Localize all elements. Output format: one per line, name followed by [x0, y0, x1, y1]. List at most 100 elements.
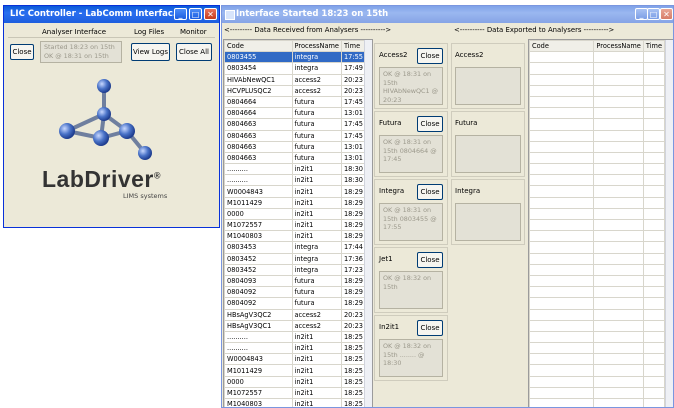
cell-time: 20:23 — [340, 84, 367, 97]
empty-row — [529, 185, 666, 198]
view-logs-button[interactable]: View Logs — [131, 43, 170, 61]
empty-row — [529, 95, 666, 109]
empty-cell — [529, 163, 595, 176]
export-status-box — [455, 67, 521, 105]
empty-cell — [529, 353, 595, 366]
empty-row — [529, 62, 666, 75]
table-row[interactable]: 0804663 futura 13:01 — [224, 140, 367, 153]
interface-titlebar[interactable]: Interface Started 18:23 on 15th _ □ ✕ — [222, 6, 673, 23]
table-row[interactable]: 0804664 futura 13:01 — [224, 107, 367, 120]
close-icon[interactable]: ✕ — [204, 8, 217, 20]
cell-time: 18:25 — [340, 397, 367, 407]
analyser-status: OK @ 18:31 on 15th 0803455 @ 17:55 — [379, 203, 443, 241]
empty-row — [529, 241, 666, 254]
controller-titlebar[interactable]: LIC Controller - LabComm Interfac... _ □… — [4, 6, 219, 23]
export-col-processname[interactable]: ProcessName — [593, 40, 644, 53]
table-row[interactable]: W0004843 in2it1 18:29 — [224, 185, 367, 198]
table-row[interactable]: 0803453 integra 17:44 — [224, 241, 367, 254]
table-row[interactable]: HBsAgV3QC2 access2 20:23 — [224, 308, 367, 321]
table-row[interactable]: HBsAgV3QC1 access2 20:23 — [224, 319, 367, 332]
table-row[interactable]: 0804092 futura 18:29 — [224, 286, 367, 299]
cell-processname: in2it1 — [291, 174, 342, 187]
table-row[interactable]: 0000 in2it1 18:29 — [224, 207, 367, 221]
cell-code: M1072557 — [224, 386, 293, 400]
empty-row — [529, 207, 666, 221]
table-row[interactable]: 0804093 futura 18:29 — [224, 274, 367, 288]
controller-window: LIC Controller - LabComm Interfac... _ □… — [3, 5, 220, 228]
cell-processname: integra — [291, 51, 342, 64]
empty-cell — [642, 274, 666, 288]
cell-code: .......... — [224, 342, 293, 355]
table-row[interactable]: M1011429 in2it1 18:25 — [224, 364, 367, 377]
empty-row — [529, 230, 666, 243]
table-row[interactable]: M1040803 in2it1 18:25 — [224, 397, 367, 407]
close-icon[interactable]: ✕ — [660, 8, 673, 20]
table-row[interactable]: .......... in2it1 18:25 — [224, 330, 367, 344]
col-time[interactable]: Time — [340, 40, 367, 53]
table-row[interactable]: HIVAbNewQC1 access2 20:23 — [224, 73, 367, 86]
table-row[interactable]: 0804663 futura 17:45 — [224, 118, 367, 131]
analyser-close-button[interactable]: Close — [417, 48, 443, 64]
cell-time: 17:45 — [340, 129, 367, 142]
table-row[interactable]: 0803452 integra 17:23 — [224, 263, 367, 276]
table-row[interactable]: 0000 in2it1 18:25 — [224, 375, 367, 388]
empty-row — [529, 274, 666, 288]
table-row[interactable]: W0004843 in2it1 18:25 — [224, 353, 367, 366]
table-row[interactable]: .......... in2it1 18:30 — [224, 174, 367, 187]
controller-title: LIC Controller - LabComm Interfac... — [10, 9, 183, 19]
analyser-close-button[interactable]: Close — [417, 184, 443, 200]
cell-time: 18:25 — [340, 386, 367, 400]
empty-row — [529, 84, 666, 97]
cell-code: HIVAbNewQC1 — [224, 73, 293, 86]
analyser-status: OK @ 18:31 on 15th HIVAbNewQC1 @ 20:23 — [379, 67, 443, 105]
table-row[interactable]: 0803454 integra 17:49 — [224, 62, 367, 75]
table-row[interactable]: M1040803 in2it1 18:29 — [224, 230, 367, 243]
table-row[interactable]: 0803452 integra 17:36 — [224, 252, 367, 265]
cell-code: 0804663 — [224, 151, 293, 165]
cell-code: M1011429 — [224, 364, 293, 377]
minimize-icon[interactable]: _ — [174, 8, 187, 20]
export-panel — [451, 315, 525, 381]
empty-cell — [529, 218, 595, 232]
col-processname[interactable]: ProcessName — [291, 40, 342, 53]
table-row[interactable]: .......... in2it1 18:25 — [224, 342, 367, 355]
table-row[interactable]: 0804664 futura 17:45 — [224, 95, 367, 109]
cell-processname: in2it1 — [291, 185, 342, 198]
cell-processname: in2it1 — [291, 353, 342, 366]
col-code[interactable]: Code — [224, 40, 293, 53]
cell-time: 18:29 — [340, 297, 367, 310]
table-row[interactable]: 0804663 futura 17:45 — [224, 129, 367, 142]
exported-scrollbar[interactable] — [665, 40, 673, 407]
analyser-close-button[interactable]: Close — [417, 320, 443, 336]
export-col-code[interactable]: Code — [529, 40, 595, 53]
cell-time: 18:30 — [340, 163, 367, 176]
empty-cell — [529, 185, 595, 198]
export-col-time[interactable]: Time — [642, 40, 666, 53]
table-row[interactable]: M1072557 in2it1 18:29 — [224, 218, 367, 232]
empty-cell — [642, 73, 666, 86]
cell-processname: futura — [291, 286, 342, 299]
empty-cell — [529, 84, 595, 97]
export-panel — [451, 247, 525, 313]
export-analyser-name: Access2 — [455, 51, 484, 59]
cell-time: 13:01 — [340, 151, 367, 165]
cell-code: 0804664 — [224, 95, 293, 109]
close-all-button[interactable]: Close All — [176, 43, 212, 61]
maximize-icon[interactable]: □ — [647, 8, 660, 20]
empty-cell — [642, 353, 666, 366]
table-row[interactable]: M1072557 in2it1 18:25 — [224, 386, 367, 400]
analyser-close-button[interactable]: Close — [417, 116, 443, 132]
maximize-icon[interactable]: □ — [189, 8, 202, 20]
analyser-close-button[interactable]: Close — [417, 252, 443, 268]
table-row[interactable]: 0803455 integra 17:55 — [224, 51, 367, 64]
received-scrollbar[interactable] — [364, 40, 372, 407]
controller-close-button[interactable]: Close — [10, 44, 34, 60]
empty-cell — [529, 375, 595, 388]
table-row[interactable]: HCVPLUSQC2 access2 20:23 — [224, 84, 367, 97]
table-row[interactable]: 0804092 futura 18:29 — [224, 297, 367, 310]
table-row[interactable]: 0804663 futura 13:01 — [224, 151, 367, 165]
table-row[interactable]: M1011429 in2it1 18:29 — [224, 196, 367, 209]
cell-code: 0804664 — [224, 107, 293, 120]
empty-row — [529, 330, 666, 344]
table-row[interactable]: .......... in2it1 18:30 — [224, 163, 367, 176]
